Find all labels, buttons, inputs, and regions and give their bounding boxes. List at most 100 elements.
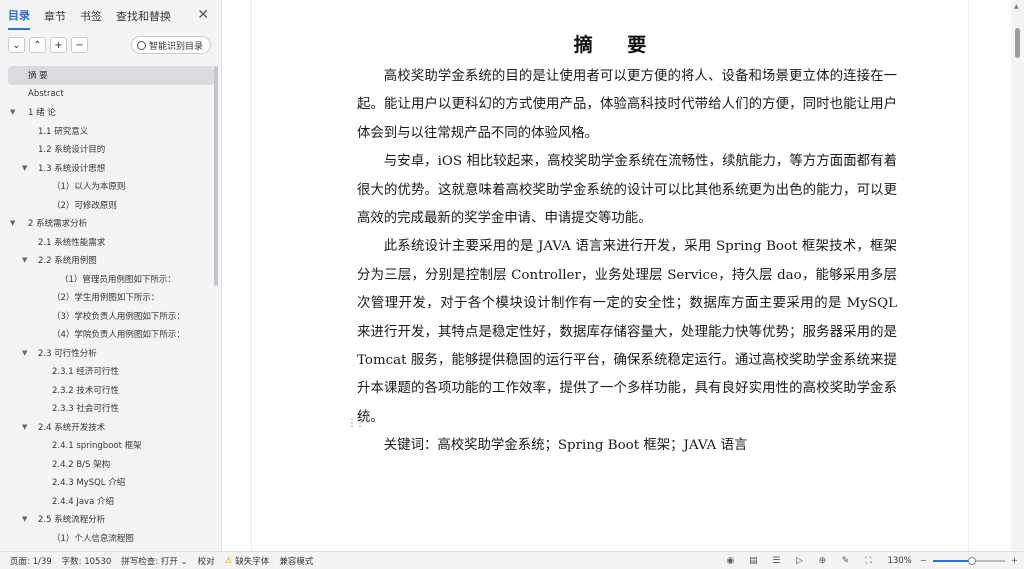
toc-item[interactable]: 2.3.1 经济可行性 [8,362,214,381]
toc-item[interactable]: （4）学院负责人用例图如下所示： [8,325,214,344]
toc-item[interactable]: （1）管理员用例图如下所示： [8,270,214,289]
warning-icon: ⚠ [224,555,233,566]
chevron-down-icon[interactable]: ▼ [22,164,27,172]
chevron-down-icon[interactable]: ▼ [10,219,15,227]
toc-item-label: 1.2 系统设计目的 [38,145,106,156]
paragraph[interactable]: 与安卓，iOS 相比较起来，高校奖助学金系统在流畅性，续航能力，等方方面面都有着… [357,148,897,233]
toc-item[interactable]: 2.4.3 MySQL 介绍 [8,473,214,492]
smart-toc-button[interactable]: 智能识别目录 [130,36,211,54]
tab-toc[interactable]: 目录 [8,1,30,30]
zoom-slider-fill [932,560,973,562]
toc-item[interactable]: 2.4.2 B/S 架构 [8,455,214,474]
toc-item-label: 2.3.1 经济可行性 [52,367,119,378]
toc-item-label: （3）学校负责人用例图如下所示： [52,311,185,322]
toc-item[interactable]: 2.4.4 Java 介绍 [8,492,214,511]
paragraph[interactable]: 高校奖助学金系统的目的是让使用者可以更方便的将人、设备和场景更立体的连接在一起。… [357,63,897,148]
toc-item[interactable]: ▼ 2.2 系统用例图 [8,251,214,270]
paragraph[interactable]: 此系统设计主要采用的是 JAVA 语言来进行开发，采用 Spring Boot … [357,233,897,432]
toc-item[interactable]: ▼ 1.3 系统设计思想 [8,159,214,178]
eye-icon[interactable]: ◉ [723,556,737,566]
toc-item-label: 2.3.2 技术可行性 [52,385,119,396]
page-title: 摘 要 [573,34,661,56]
toc-item-label: 2.4.4 Java 介绍 [52,496,114,507]
play-icon[interactable]: ▷ [792,556,806,566]
document-scrollbar[interactable]: ▲ [1011,0,1024,551]
smart-toc-icon [136,40,146,50]
list-icon[interactable]: ☰ [769,556,783,566]
chevron-down-icon[interactable]: ▼ [22,515,27,523]
toc-item[interactable]: （3）学校负责人用例图如下所示： [8,307,214,326]
scroll-up-icon[interactable]: ▲ [1014,3,1019,10]
document-scroll-thumb[interactable] [1015,28,1020,58]
zoom-out-button[interactable]: − [920,556,927,566]
page-view-icon[interactable]: ▤ [746,556,760,566]
compat-mode-label: 兼容模式 [279,556,314,567]
smart-toc-label: 智能识别目录 [148,41,203,52]
zoom-slider-knob[interactable] [968,557,977,565]
document-body[interactable]: 高校奖助学金系统的目的是让使用者可以更方便的将人、设备和场景更立体的连接在一起。… [357,63,897,461]
chevron-down-icon[interactable]: ▼ [22,423,27,431]
toc-item-label: （4）学院负责人用例图如下所示： [52,330,185,341]
toc-item-label: （1）管理员用例图如下所示： [60,274,176,285]
toc-item-label: 2.4.2 B/S 架构 [52,459,111,470]
toc-item[interactable]: 2.3.2 技术可行性 [8,381,214,400]
toc-item[interactable]: （1）个人信息流程图 [8,529,214,548]
toc-scrollbar[interactable] [214,66,218,546]
toc-item-label: 2.4.1 springboot 框架 [52,441,142,452]
toc-item[interactable]: （2）可修改原则 [8,196,214,215]
toc-scroll-thumb[interactable] [214,66,218,286]
remove-heading-button[interactable]: − [71,37,88,53]
toc-item[interactable]: ▼ 2.4 系统开发技术 [8,418,214,437]
toc-item[interactable]: 1.1 研究意义 [8,122,214,141]
status-bar: 页面: 1/39 字数: 10530 拼写检查: 打开 ⌄ 校对 ⚠ 缺失字体 … [0,551,1024,569]
toc-item-label: 2 系统需求分析 [28,219,88,230]
fit-icon[interactable]: ⛶ [861,556,875,566]
toc-item[interactable]: 2.4.1 springboot 框架 [8,436,214,455]
proofread-button[interactable]: 校对 [198,555,215,567]
toc-item[interactable]: 1.2 系统设计目的 [8,140,214,159]
toc-item-label: （2）可修改原则 [52,200,117,211]
toc-toolbar: ⌄ ⌃ + − 智能识别目录 [0,30,221,60]
chevron-down-icon[interactable]: ▼ [10,108,15,116]
expand-all-button[interactable]: ⌃ [29,37,46,53]
toc-item[interactable]: ▼ 2.3 可行性分析 [8,344,214,363]
toc-item-label: 摘 要 [28,71,48,82]
toc-item[interactable]: 2.3.3 社会可行性 [8,399,214,418]
toc-item[interactable]: 摘 要 [8,66,214,85]
toc-item[interactable]: 2.1 系统性能需求 [8,233,214,252]
toc-item-label: 1.1 研究意义 [38,126,89,137]
toc-item[interactable]: （1）以人为本原则 [8,177,214,196]
navigation-sidebar: 目录 章节 书签 查找和替换 ✕ ⌄ ⌃ + − 智能识别目录 摘 要 Abstr… [0,0,222,551]
toc-list: 摘 要 Abstract ▼ 1 绪 论 1.1 研究意义 1.2 系统设计目的 ▼ 1.3 … [8,66,214,547]
toc-item[interactable]: ▼ 2.5 系统流程分析 [8,510,214,529]
spell-check-toggle[interactable]: 拼写检查: 打开 ⌄ [121,555,187,567]
zoom-in-button[interactable]: + [1011,556,1018,566]
pen-icon[interactable]: ✎ [838,556,852,566]
document-area: 摘 要 ⋮⋮ 高校奖助学金系统的目的是让使用者可以更方便的将人、设备和场景更立体… [223,0,1011,551]
page-indicator[interactable]: 页面: 1/39 [10,555,52,567]
toc-item-label: （1）个人信息流程图 [52,533,134,544]
chevron-down-icon[interactable]: ▼ [22,349,27,357]
toc-item[interactable]: ▼ 1 绪 论 [8,103,214,122]
toc-item[interactable]: Abstract [8,85,214,104]
zoom-level[interactable]: 130% [887,556,911,566]
view-controls: ◉ ▤ ☰ ▷ ⊕ ✎ ⛶ 130% − + [714,552,1024,569]
globe-icon[interactable]: ⊕ [815,556,829,566]
zoom-slider[interactable] [932,557,1005,565]
toc-item-label: 2.3.3 社会可行性 [52,404,119,415]
word-count[interactable]: 字数: 10530 [62,555,112,567]
tab-find-replace[interactable]: 查找和替换 [116,2,171,29]
tab-bookmarks[interactable]: 书签 [80,2,102,29]
document-page: 摘 要 ⋮⋮ 高校奖助学金系统的目的是让使用者可以更方便的将人、设备和场景更立体… [251,0,969,551]
collapse-all-button[interactable]: ⌄ [8,37,25,53]
tab-chapters[interactable]: 章节 [44,2,66,29]
keywords-line[interactable]: 关键词：高校奖助学金系统；Spring Boot 框架；JAVA 语言 [357,432,897,460]
toc-item-label: Abstract [28,88,64,99]
toc-item[interactable]: ▼ 2 系统需求分析 [8,214,214,233]
missing-font-button[interactable]: ⚠ 缺失字体 [225,555,270,567]
add-heading-button[interactable]: + [50,37,67,53]
missing-font-label: 缺失字体 [235,556,270,567]
close-icon[interactable]: ✕ [197,7,209,23]
toc-item[interactable]: （2）学生用例图如下所示： [8,288,214,307]
chevron-down-icon[interactable]: ▼ [22,256,27,264]
